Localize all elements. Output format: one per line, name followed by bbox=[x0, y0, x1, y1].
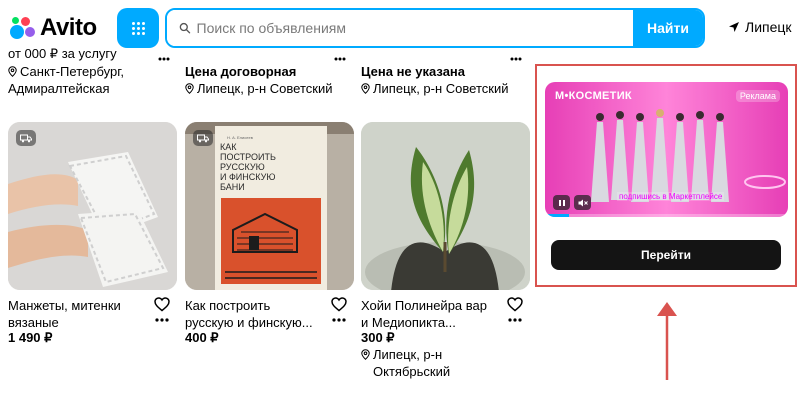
pause-icon bbox=[558, 199, 565, 206]
more-icon[interactable] bbox=[510, 57, 522, 61]
search-field[interactable] bbox=[167, 10, 633, 46]
ad-progress-bar[interactable] bbox=[545, 214, 788, 217]
crochet-cuffs-image bbox=[8, 122, 177, 290]
ad-progress-fill bbox=[545, 214, 570, 217]
book-cover-image: Н. А. Елисеев КАК ПОСТРОИТЬ РУССКУЮ И ФИ… bbox=[185, 122, 354, 290]
ad-label: Реклама bbox=[735, 90, 780, 102]
more-icon[interactable] bbox=[508, 318, 522, 322]
pause-button[interactable] bbox=[553, 195, 570, 210]
location-arrow-icon bbox=[729, 22, 739, 32]
grid-icon bbox=[131, 21, 145, 35]
pin-icon bbox=[8, 66, 17, 77]
listing-price: 1 490 ₽ bbox=[8, 330, 53, 345]
arrow-up-icon bbox=[657, 302, 677, 380]
favorite-heart-icon[interactable] bbox=[331, 297, 347, 312]
listing-title[interactable]: Манжеты, митенки вязаные bbox=[8, 297, 148, 331]
location-selector[interactable]: Липецк bbox=[728, 19, 792, 35]
header: Avito Найти Липецк bbox=[0, 0, 800, 56]
delivery-badge bbox=[16, 130, 36, 146]
listing-info: Цена не указана Липецк, р-н Советский bbox=[361, 64, 509, 96]
favorite-heart-icon[interactable] bbox=[507, 297, 523, 312]
svg-text:БАНИ: БАНИ bbox=[220, 182, 245, 192]
pin-icon bbox=[361, 83, 370, 94]
categories-button[interactable] bbox=[117, 8, 159, 48]
listing-price: 400 ₽ bbox=[185, 330, 219, 345]
more-icon[interactable] bbox=[334, 57, 346, 61]
more-icon[interactable] bbox=[158, 57, 170, 61]
cutoff-price: от 000 ₽ за услугу bbox=[8, 46, 117, 61]
search-input[interactable] bbox=[196, 20, 633, 36]
delivery-badge bbox=[193, 130, 213, 146]
listing-price: Цена не указана bbox=[361, 64, 465, 79]
svg-text:Н. А. Елисеев: Н. А. Елисеев bbox=[227, 135, 253, 140]
svg-text:И ФИНСКУЮ: И ФИНСКУЮ bbox=[220, 172, 275, 182]
logo-text: Avito bbox=[40, 14, 97, 41]
avito-logo[interactable]: Avito bbox=[10, 14, 97, 42]
listing-image[interactable] bbox=[361, 122, 530, 290]
ad-cta-button[interactable]: Перейти bbox=[551, 240, 781, 270]
listing-price: Цена договорная bbox=[185, 64, 297, 79]
truck-icon bbox=[197, 134, 209, 142]
ad-video[interactable]: М•КОСМЕТИК Реклама подпишись в Маркетпле… bbox=[545, 82, 788, 217]
svg-text:КАК: КАК bbox=[220, 142, 237, 152]
page: Avito Найти Липецк от 000 ₽ за у bbox=[0, 0, 800, 393]
mute-icon bbox=[578, 199, 588, 206]
search-button[interactable]: Найти bbox=[633, 10, 703, 46]
search-icon bbox=[179, 22, 191, 34]
more-icon[interactable] bbox=[155, 318, 169, 322]
logo-dots-icon bbox=[10, 15, 36, 41]
listing-image[interactable] bbox=[8, 122, 177, 290]
listing-location: Санкт-Петербург, Адмиралтейская bbox=[8, 64, 124, 96]
pin-icon bbox=[361, 349, 370, 360]
listing-location: Липецк, р-н Октябрьский bbox=[361, 346, 450, 380]
svg-text:ПОСТРОИТЬ: ПОСТРОИТЬ bbox=[220, 152, 276, 162]
ad-brand: М•КОСМЕТИК bbox=[555, 90, 632, 102]
pin-icon bbox=[185, 83, 194, 94]
ad-caption: подпишись в Маркетплейсе bbox=[617, 192, 725, 201]
listing-title[interactable]: Хойи Полинейра вар и Медиопикта... bbox=[361, 297, 501, 331]
listing-title[interactable]: Как построить русскую и финскую... bbox=[185, 297, 325, 331]
truck-icon bbox=[20, 134, 32, 142]
plant-image bbox=[361, 122, 530, 290]
listing-info: Цена договорная Липецк, р-н Советский bbox=[185, 64, 333, 96]
listing-image[interactable]: Н. А. Елисеев КАК ПОСТРОИТЬ РУССКУЮ И ФИ… bbox=[185, 122, 354, 290]
mute-button[interactable] bbox=[574, 195, 591, 210]
location-label: Липецк bbox=[745, 19, 792, 35]
more-icon[interactable] bbox=[332, 318, 346, 322]
listing-price: 300 ₽ bbox=[361, 330, 395, 345]
search-bar: Найти bbox=[165, 8, 705, 48]
favorite-heart-icon[interactable] bbox=[154, 297, 170, 312]
svg-text:РУССКУЮ: РУССКУЮ bbox=[220, 162, 265, 172]
